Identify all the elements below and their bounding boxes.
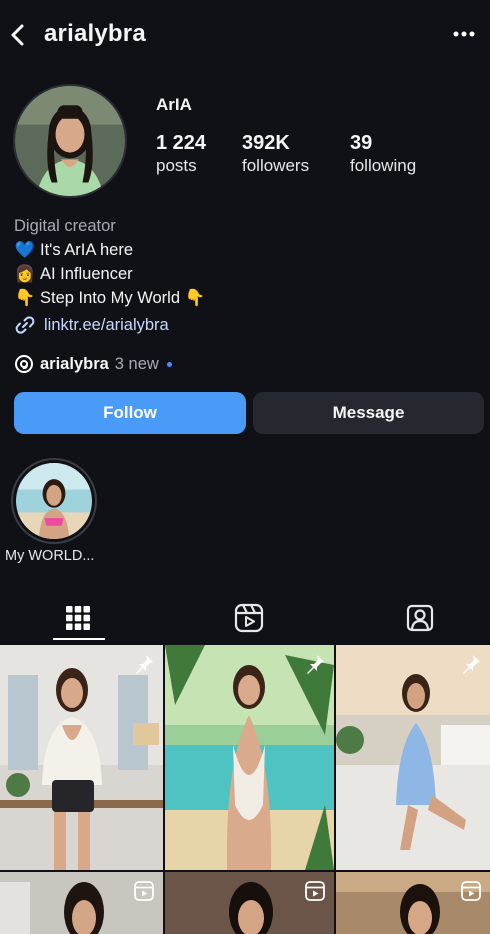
reels-icon [134, 881, 154, 901]
bio-line: 👩 AI Influencer [14, 262, 474, 286]
new-indicator-dot [166, 361, 172, 367]
story-highlight[interactable] [11, 458, 97, 544]
avatar-photo [15, 86, 125, 196]
highlight-photo [16, 463, 92, 539]
post-photo [336, 645, 490, 870]
bio: Digital creator 💙 It's ArIA here 👩 AI Inf… [14, 214, 474, 310]
stat-followers[interactable]: 392K followers [242, 131, 309, 177]
chevron-left-icon [11, 24, 24, 46]
post-tile[interactable] [165, 872, 334, 934]
pointing-down-icon: 👇 [14, 289, 36, 307]
reels-icon [234, 603, 264, 633]
bio-line-text: It's ArIA here [40, 241, 134, 259]
tab-reels[interactable] [229, 598, 269, 638]
following-count: 39 [350, 132, 373, 154]
post-tile[interactable] [0, 645, 163, 870]
followers-count: 392K [242, 132, 290, 154]
post-tile[interactable] [0, 872, 163, 934]
pin-icon [463, 655, 480, 674]
top-bar: arialybra [0, 0, 490, 70]
threads-new-count: 3 new [114, 354, 159, 373]
blue-heart-icon: 💙 [14, 241, 36, 259]
posts-label: posts [156, 156, 197, 175]
stat-posts[interactable]: 1 224 posts [156, 131, 206, 177]
active-tab-indicator [53, 638, 105, 640]
bio-line-text: AI Influencer [40, 265, 133, 283]
reels-icon [461, 881, 481, 901]
pin-icon [307, 655, 324, 674]
bio-category: Digital creator [14, 217, 116, 235]
bio-line: 💙 It's ArIA here [14, 238, 474, 262]
posts-grid [0, 645, 490, 934]
back-button[interactable] [6, 20, 30, 50]
post-photo [0, 645, 163, 870]
pinned-badge [304, 653, 326, 675]
more-horizontal-icon [453, 31, 475, 37]
posts-count: 1 224 [156, 132, 207, 154]
woman-icon: 👩 [14, 265, 36, 283]
threads-badge[interactable]: arialybra 3 new [14, 354, 172, 374]
link-icon [15, 316, 35, 334]
post-tile[interactable] [336, 645, 490, 870]
followers-label: followers [242, 156, 310, 175]
following-label: following [350, 156, 417, 175]
reels-icon [305, 881, 325, 901]
pinned-badge [133, 653, 155, 675]
page-title: arialybra [44, 20, 146, 47]
pinned-badge [460, 653, 482, 675]
bio-link-text: linktr.ee/arialybra [44, 315, 169, 334]
highlight-label: My WORLD... [5, 548, 95, 564]
threads-icon [15, 355, 33, 373]
bio-link[interactable]: linktr.ee/arialybra [14, 314, 169, 336]
bio-line: 👇 Step Into My World 👇 [14, 286, 474, 310]
stat-following[interactable]: 39 following [350, 131, 416, 177]
avatar[interactable] [13, 84, 127, 198]
reel-badge [133, 880, 155, 902]
reel-badge [304, 880, 326, 902]
tab-grid[interactable] [58, 598, 98, 638]
more-options-button[interactable] [450, 22, 478, 46]
grid-icon [66, 606, 90, 630]
message-button[interactable]: Message [253, 392, 484, 434]
reel-badge [460, 880, 482, 902]
tagged-person-icon [406, 604, 434, 632]
display-name: ArIA [156, 95, 192, 114]
tab-tagged[interactable] [400, 598, 440, 638]
post-photo [165, 645, 334, 870]
pin-icon [136, 655, 153, 674]
follow-button[interactable]: Follow [14, 392, 246, 434]
post-tile[interactable] [165, 645, 334, 870]
profile-tabs [0, 594, 490, 642]
pointing-down-icon: 👇 [184, 289, 206, 307]
post-tile[interactable] [336, 872, 490, 934]
threads-handle: arialybra [40, 354, 109, 373]
bio-line-text: Step Into My World [40, 289, 181, 307]
